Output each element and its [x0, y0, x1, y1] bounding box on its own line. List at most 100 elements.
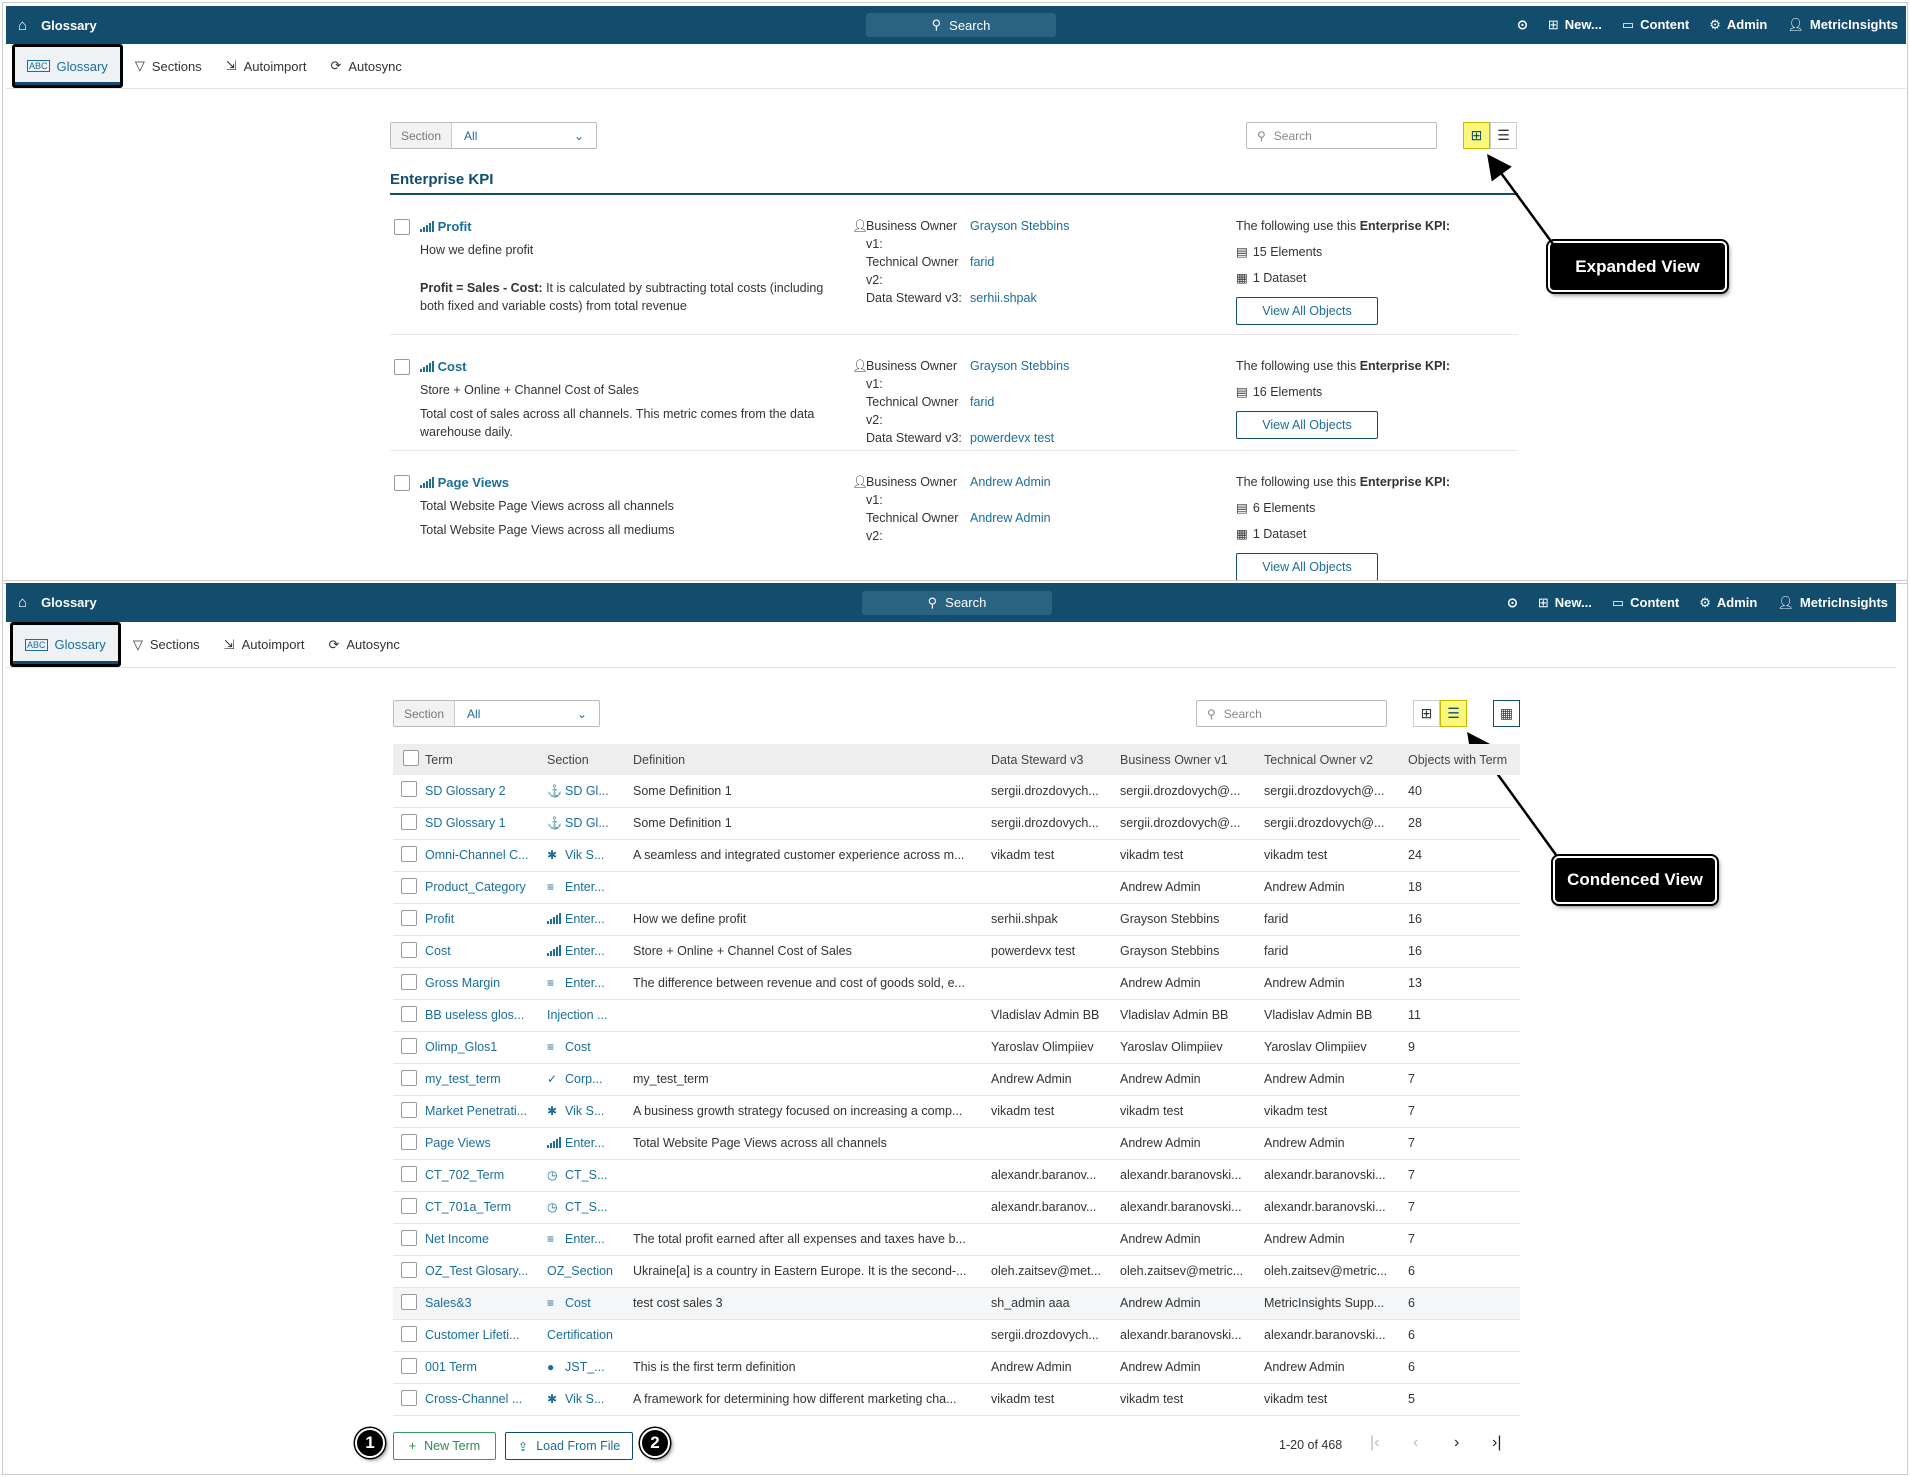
search-input[interactable]: ⚲ Search — [1196, 700, 1387, 727]
term-link[interactable]: Cross-Channel ... — [425, 1383, 547, 1416]
last-page-icon[interactable]: ›| — [1492, 1434, 1501, 1452]
table-row[interactable]: Page Views Enter... Total Website Page V… — [393, 1127, 1520, 1160]
section-cell[interactable]: Enter... — [547, 903, 633, 936]
table-row[interactable]: Omni-Channel C... ✱ Vik S... A seamless a… — [393, 839, 1520, 872]
tab-autoimport[interactable]: ⇲ Autoimport — [212, 622, 317, 667]
row-checkbox[interactable] — [401, 877, 417, 894]
section-cell[interactable]: Enter... — [547, 935, 633, 968]
tab-autosync[interactable]: ⟳ Autosync — [316, 622, 411, 667]
load-from-file-button[interactable]: ⇪ Load From File — [505, 1432, 633, 1460]
table-row[interactable]: Olimp_Glos1 ≡ Cost Yaroslav Olimpiiev Yar… — [393, 1031, 1520, 1064]
term-link[interactable]: SD Glossary 2 — [425, 775, 547, 808]
section-cell[interactable]: ◷ CT_S... — [547, 1191, 633, 1224]
global-search[interactable]: ⚲ Search — [862, 590, 1052, 615]
row-checkbox[interactable] — [401, 1357, 417, 1374]
term-link[interactable]: SD Glossary 1 — [425, 807, 547, 840]
table-row[interactable]: BB useless glos... Injection ... Vladisl… — [393, 999, 1520, 1032]
column-technical-owner[interactable]: Technical Owner v2 — [1264, 744, 1408, 775]
row-checkbox[interactable] — [401, 845, 417, 862]
row-checkbox[interactable] — [401, 1037, 417, 1054]
term-link[interactable]: Market Penetrati... — [425, 1095, 547, 1128]
column-business-owner[interactable]: Business Owner v1 — [1120, 744, 1264, 775]
term-link[interactable]: Omni-Channel C... — [425, 839, 547, 872]
table-row[interactable]: CT_701a_Term ◷ CT_S... alexandr.baranov..… — [393, 1191, 1520, 1224]
section-cell[interactable]: ● JST_... — [547, 1351, 633, 1384]
section-cell[interactable]: ≡ Enter... — [547, 967, 633, 1000]
section-cell[interactable]: ✓ Corp... — [547, 1063, 633, 1096]
row-checkbox[interactable] — [401, 941, 417, 958]
section-cell[interactable]: ✱ Vik S... — [547, 839, 633, 872]
row-checkbox[interactable] — [401, 1133, 417, 1150]
admin-button[interactable]: ⚙ Admin — [1699, 595, 1757, 611]
table-row[interactable]: Cost Enter... Store + Online + Channel C… — [393, 935, 1520, 968]
table-row[interactable]: OZ_Test Glosary... OZ_Section Ukraine[a]… — [393, 1255, 1520, 1288]
help-icon[interactable]: ⊙ — [1507, 595, 1518, 611]
row-checkbox[interactable] — [401, 781, 417, 798]
table-row[interactable]: Net Income ≡ Enter... The total profit ea… — [393, 1223, 1520, 1256]
table-row[interactable]: Product_Category ≡ Enter... Andrew Admin … — [393, 871, 1520, 904]
grid-view-icon[interactable]: ⊞ — [1413, 700, 1440, 727]
term-link[interactable]: Customer Lifeti... — [425, 1319, 547, 1352]
select-all-checkbox[interactable] — [403, 750, 419, 766]
row-checkbox[interactable] — [401, 973, 417, 990]
row-checkbox[interactable] — [401, 1197, 417, 1214]
table-row[interactable]: Customer Lifeti... Certification sergii.… — [393, 1319, 1520, 1352]
table-row[interactable]: CT_702_Term ◷ CT_S... alexandr.baranov...… — [393, 1159, 1520, 1192]
term-link[interactable]: BB useless glos... — [425, 999, 547, 1032]
section-cell[interactable]: ⚓ SD Gl... — [547, 775, 633, 808]
tab-sections[interactable]: ▽ Sections — [121, 622, 212, 667]
section-cell[interactable]: ≡ Cost — [547, 1031, 633, 1064]
table-row[interactable]: Gross Margin ≡ Enter... The difference be… — [393, 967, 1520, 1000]
table-row[interactable]: Market Penetrati... ✱ Vik S... A business… — [393, 1095, 1520, 1128]
term-link[interactable]: CT_702_Term — [425, 1159, 547, 1192]
row-checkbox[interactable] — [401, 1389, 417, 1406]
table-row[interactable]: SD Glossary 2 ⚓ SD Gl... Some Definition … — [393, 775, 1520, 808]
section-cell[interactable]: Enter... — [547, 1127, 633, 1160]
table-row[interactable]: SD Glossary 1 ⚓ SD Gl... Some Definition … — [393, 807, 1520, 840]
new-term-button[interactable]: + New Term — [393, 1432, 496, 1460]
term-link[interactable]: Product_Category — [425, 871, 547, 904]
term-link[interactable]: CT_701a_Term — [425, 1191, 547, 1224]
row-checkbox[interactable] — [401, 1261, 417, 1278]
row-checkbox[interactable] — [401, 1005, 417, 1022]
list-view-icon[interactable]: ☰ — [1440, 700, 1467, 727]
row-checkbox[interactable] — [401, 909, 417, 926]
column-section[interactable]: Section — [547, 744, 633, 775]
table-row[interactable]: 001 Term ● JST_... This is the first term… — [393, 1351, 1520, 1384]
columns-button[interactable]: ▦ — [1493, 700, 1520, 727]
term-link[interactable]: my_test_term — [425, 1063, 547, 1096]
tab-glossary[interactable]: ABC Glossary — [10, 622, 121, 667]
term-link[interactable]: Cost — [425, 935, 547, 968]
section-cell[interactable]: Certification — [547, 1319, 633, 1352]
term-link[interactable]: Net Income — [425, 1223, 547, 1256]
column-data-steward[interactable]: Data Steward v3 — [991, 744, 1120, 775]
column-term[interactable]: Term — [425, 744, 547, 775]
row-checkbox[interactable] — [401, 1325, 417, 1342]
row-checkbox[interactable] — [401, 1101, 417, 1118]
user-menu[interactable]: 👤︎ MetricInsights — [1777, 595, 1888, 611]
next-page-icon[interactable]: › — [1454, 1434, 1459, 1452]
section-cell[interactable]: OZ_Section — [547, 1255, 633, 1288]
table-row[interactable]: my_test_term ✓ Corp... my_test_term Andre… — [393, 1063, 1520, 1096]
column-definition[interactable]: Definition — [633, 744, 991, 775]
content-button[interactable]: ▭ Content — [1612, 595, 1679, 611]
term-link[interactable]: Olimp_Glos1 — [425, 1031, 547, 1064]
table-row[interactable]: Profit Enter... How we define profit ser… — [393, 903, 1520, 936]
prev-page-icon[interactable]: ‹ — [1413, 1434, 1418, 1452]
section-cell[interactable]: ⚓ SD Gl... — [547, 807, 633, 840]
term-link[interactable]: Gross Margin — [425, 967, 547, 1000]
section-cell[interactable]: Injection ... — [547, 999, 633, 1032]
row-checkbox[interactable] — [401, 1293, 417, 1310]
section-filter[interactable]: Section All ⌄ — [393, 700, 600, 727]
table-row[interactable]: Sales&3 ≡ Cost test cost sales 3 sh_admin… — [393, 1287, 1520, 1320]
row-checkbox[interactable] — [401, 1069, 417, 1086]
column-objects[interactable]: Objects with Term — [1408, 744, 1520, 775]
table-row[interactable]: Cross-Channel ... ✱ Vik S... A framework … — [393, 1383, 1520, 1416]
section-cell[interactable]: ≡ Enter... — [547, 1223, 633, 1256]
term-link[interactable]: Page Views — [425, 1127, 547, 1160]
term-link[interactable]: 001 Term — [425, 1351, 547, 1384]
section-cell[interactable]: ◷ CT_S... — [547, 1159, 633, 1192]
row-checkbox[interactable] — [401, 1165, 417, 1182]
home-icon[interactable]: ⌂ — [18, 594, 27, 611]
new-button[interactable]: ⊞ New... — [1538, 595, 1592, 611]
